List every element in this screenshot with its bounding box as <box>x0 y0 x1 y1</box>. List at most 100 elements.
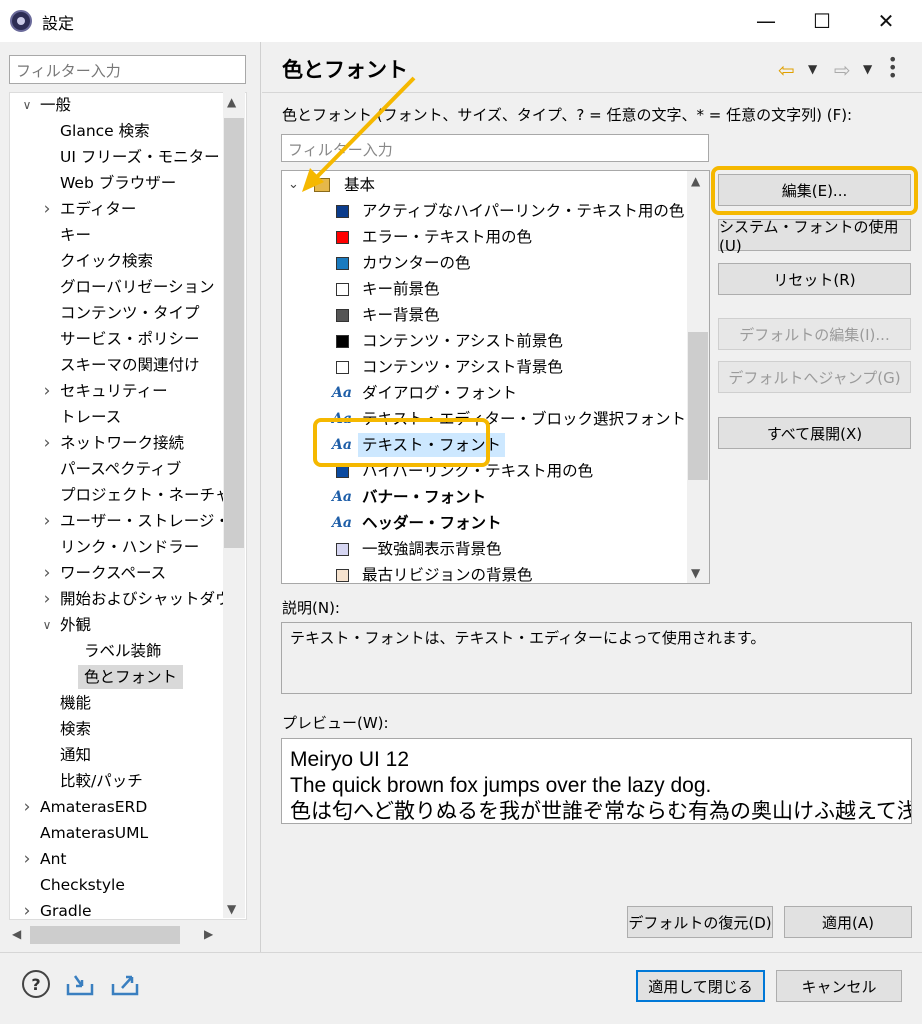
collapse-chevron-icon[interactable]: › <box>40 431 54 455</box>
tree-vertical-scroll-thumb[interactable] <box>224 118 244 548</box>
apply-button[interactable]: 適用(A) <box>784 906 912 938</box>
edit-default-button[interactable]: デフォルトの編集(I)... <box>718 318 911 350</box>
pane-divider[interactable] <box>260 42 261 952</box>
preference-tree-label: ネットワーク接続 <box>60 434 185 452</box>
collapse-chevron-icon[interactable]: › <box>20 795 34 819</box>
scroll-down-icon[interactable]: ▼ <box>691 566 700 580</box>
scroll-down-icon[interactable]: ▼ <box>227 902 236 916</box>
scroll-left-icon[interactable]: ◀ <box>12 927 21 941</box>
view-menu-icon[interactable]: • • • <box>888 52 897 84</box>
preference-tree-label: キー <box>60 226 92 244</box>
preference-tree-item[interactable]: ラベル装飾 <box>10 639 224 663</box>
preference-tree-item[interactable]: クイック検索 <box>10 249 224 273</box>
preference-tree-item[interactable]: 通知 <box>10 743 224 767</box>
preference-tree-label: Gradle <box>40 902 92 920</box>
preference-filter-input[interactable]: フィルター入力 <box>9 55 246 84</box>
collapse-chevron-icon[interactable]: › <box>40 561 54 585</box>
preference-tree-item[interactable]: › Gradle <box>10 899 224 920</box>
edit-button-highlight <box>711 166 918 215</box>
preference-tree-item[interactable]: ∨ 外観 <box>10 613 224 637</box>
preference-tree-item[interactable]: 比較/パッチ <box>10 769 224 793</box>
collapse-chevron-icon[interactable]: › <box>20 847 34 871</box>
reset-button[interactable]: リセット(R) <box>718 263 911 295</box>
back-dropdown-icon[interactable]: ▼ <box>808 62 817 76</box>
preference-tree-item[interactable]: キー <box>10 223 224 247</box>
back-arrow-icon[interactable]: ⇦ <box>778 58 795 82</box>
explanation-label: 説明(N): <box>282 599 340 617</box>
setting-label: ダイアログ・フォント <box>362 384 518 402</box>
expand-all-button[interactable]: すべて展開(X) <box>718 417 911 449</box>
preference-tree-item[interactable]: 色とフォント <box>10 665 224 689</box>
collapse-chevron-icon[interactable]: › <box>40 587 54 611</box>
preference-tree-item[interactable]: 検索 <box>10 717 224 741</box>
close-button[interactable]: ✕ <box>858 0 914 42</box>
preference-tree-label: UI フリーズ・モニター <box>60 148 220 166</box>
preview-line: 色は匂へど散りぬるを我が世誰ぞ常ならむ有為の奥山けふ越えて浅き夢 <box>290 800 912 823</box>
preference-tree-item[interactable]: › 開始およびシャットダウン <box>10 587 246 611</box>
color-swatch-icon <box>336 205 349 218</box>
restore-defaults-button[interactable]: デフォルトの復元(D) <box>627 906 773 938</box>
preference-tree-label: 検索 <box>60 720 92 738</box>
preference-tree-label: Glance 検索 <box>60 122 150 140</box>
font-glyph-icon: Aa <box>332 489 352 505</box>
preference-tree-item[interactable]: プロジェクト・ネーチャー <box>10 483 246 507</box>
collapse-chevron-icon[interactable]: › <box>40 379 54 403</box>
preference-tree-item[interactable]: › ネットワーク接続 <box>10 431 224 455</box>
preference-tree: ∨ 一般 Glance 検索 UI フリーズ・モニター Web ブラウザー › エディターキ… <box>9 92 247 920</box>
preference-tree-label: エディター <box>60 200 137 218</box>
preference-tree-item[interactable]: Glance 検索 <box>10 119 224 143</box>
preference-tree-item[interactable]: 機能 <box>10 691 224 715</box>
font-glyph-icon: Aa <box>332 515 352 531</box>
preference-tree-item[interactable]: Web ブラウザー <box>10 171 224 195</box>
scroll-up-icon[interactable]: ▲ <box>227 95 236 109</box>
minimize-button[interactable]: — <box>738 0 794 42</box>
preference-tree-item[interactable]: › セキュリティー <box>10 379 224 403</box>
goto-default-button[interactable]: デフォルトへジャンプ(G) <box>718 361 911 393</box>
forward-arrow-icon[interactable]: ⇨ <box>834 58 851 82</box>
scroll-up-icon[interactable]: ▲ <box>691 174 700 188</box>
preference-tree-item[interactable]: Checkstyle <box>10 873 224 897</box>
export-icon[interactable] <box>110 972 140 998</box>
import-icon[interactable] <box>65 972 95 998</box>
use-system-font-button[interactable]: システム・フォントの使用(U) <box>718 218 911 255</box>
scroll-right-icon[interactable]: ▶ <box>204 927 213 941</box>
preference-tree-item[interactable]: コンテンツ・タイプ <box>10 301 224 325</box>
preference-tree-label: Checkstyle <box>40 876 125 894</box>
expand-chevron-icon[interactable]: ∨ <box>40 613 54 637</box>
preference-tree-item[interactable]: AmaterasUML <box>10 821 224 845</box>
preference-tree-item[interactable]: › AmaterasERD <box>10 795 224 819</box>
collapse-chevron-icon[interactable]: › <box>40 197 54 221</box>
cancel-button[interactable]: キャンセル <box>776 970 902 1002</box>
preference-tree-item[interactable]: › エディター <box>10 197 224 221</box>
color-swatch-icon <box>336 569 349 582</box>
preference-tree-item[interactable]: パースペクティブ <box>10 457 224 481</box>
preference-tree-item[interactable]: › ユーザー・ストレージ・サー <box>10 509 246 533</box>
preference-tree-item[interactable]: › ワークスペース <box>10 561 224 585</box>
preference-tree-item[interactable]: スキーマの関連付け <box>10 353 224 377</box>
tree-horizontal-scroll-thumb[interactable] <box>30 926 180 944</box>
preference-tree-label: ユーザー・ストレージ・サー <box>60 512 247 530</box>
collapse-chevron-icon[interactable]: › <box>40 509 54 533</box>
window-title: 設定 <box>42 14 75 33</box>
help-icon[interactable]: ? <box>22 970 50 998</box>
color-font-scroll-thumb[interactable] <box>688 332 708 480</box>
preference-tree-item[interactable]: › Ant <box>10 847 224 871</box>
forward-dropdown-icon[interactable]: ▼ <box>863 62 872 76</box>
preference-tree-label: AmaterasUML <box>40 824 149 842</box>
preference-tree-item[interactable]: UI フリーズ・モニター <box>10 145 224 169</box>
annotation-arrow-icon <box>302 76 416 192</box>
preference-tree-item[interactable]: リンク・ハンドラー <box>10 535 224 559</box>
preference-tree-item[interactable]: ∨ 一般 <box>10 93 224 117</box>
preference-tree-item[interactable]: グローバリゼーション <box>10 275 224 299</box>
setting-label: コンテンツ・アシスト前景色 <box>362 332 563 350</box>
maximize-button[interactable]: ☐ <box>794 0 850 42</box>
apply-and-close-button[interactable]: 適用して閉じる <box>636 970 765 1002</box>
preference-tree-item[interactable]: トレース <box>10 405 224 429</box>
setting-label: 最古リビジョンの背景色 <box>362 566 533 584</box>
preference-tree-label: ワークスペース <box>60 564 167 582</box>
collapse-chevron-icon[interactable]: › <box>20 899 34 919</box>
preference-tree-item[interactable]: サービス・ポリシー <box>10 327 224 351</box>
footer-separator <box>0 952 922 953</box>
expand-chevron-icon[interactable]: ∨ <box>20 93 34 117</box>
color-swatch-icon <box>336 361 349 374</box>
